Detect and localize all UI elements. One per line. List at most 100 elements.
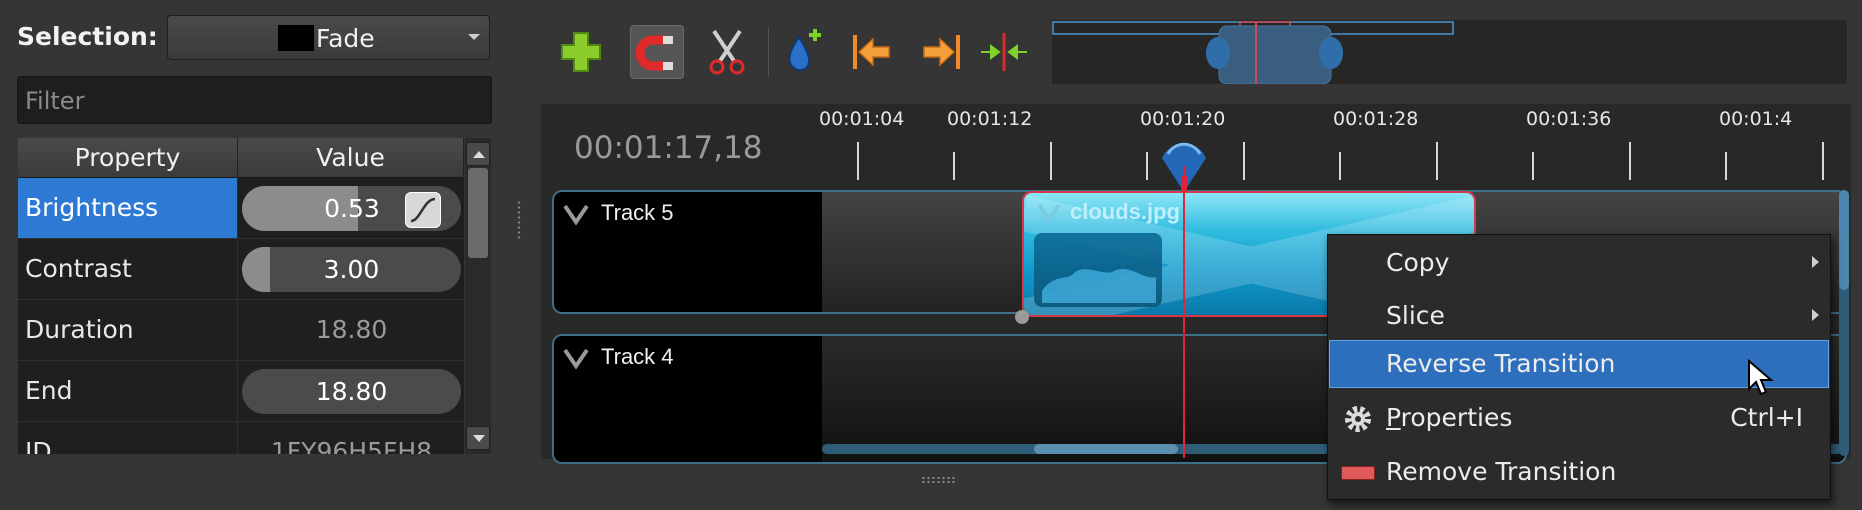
selection-label: Selection: [17, 22, 158, 51]
add-track-icon [561, 32, 601, 72]
property-row-end[interactable]: End 18.80 [18, 361, 464, 422]
add-marker-icon [788, 29, 821, 71]
track-header[interactable]: Track 4 [554, 336, 822, 462]
property-value: 18.80 [315, 315, 388, 344]
property-row-contrast[interactable]: Contrast 3.00 [18, 239, 464, 300]
transition-bar-icon [1341, 466, 1375, 480]
scrollbar-thumb[interactable] [1839, 190, 1849, 290]
mouse-cursor-icon [1748, 359, 1774, 396]
previous-marker-icon [853, 35, 890, 69]
razor-scissors-icon [709, 29, 745, 75]
property-value: 3.00 [323, 255, 380, 284]
bottom-splitter-handle[interactable] [921, 476, 957, 484]
properties-table: Property Value Brightness 0.53 Contrast … [18, 138, 464, 454]
timeline-overview[interactable] [1052, 20, 1847, 85]
ruler-label: 00:01:04 [819, 108, 905, 130]
time-ruler[interactable]: 00:01:04 00:01:12 00:01:20 00:01:28 00:0… [819, 104, 1851, 184]
track-header[interactable]: Track 5 [554, 192, 822, 312]
selection-color-swatch [278, 25, 314, 51]
brightness-value-slider[interactable]: 0.53 [242, 186, 461, 231]
ruler-minor-tick [953, 152, 955, 180]
submenu-arrow-icon [1812, 256, 1819, 268]
menu-item-reverse-transition[interactable]: Reverse Transition [1329, 340, 1829, 396]
ruler-label: 00:01:4 [1719, 108, 1793, 130]
filter-input[interactable]: Filter [17, 76, 492, 124]
ruler-label: 00:01:36 [1526, 108, 1612, 130]
center-playhead-icon [981, 33, 1027, 71]
properties-scrollbar[interactable] [465, 138, 491, 454]
track-name: Track 5 [601, 200, 674, 225]
clip-handle[interactable] [1015, 310, 1029, 324]
menu-item-label: Copy [1386, 248, 1450, 277]
ruler-major-tick [1822, 142, 1824, 180]
property-name: Contrast [18, 239, 238, 299]
scroll-up-button[interactable] [466, 142, 490, 166]
arrow-down-icon [473, 435, 485, 442]
clip-title: clouds.jpg [1070, 199, 1180, 224]
center-playhead-button[interactable] [977, 25, 1031, 79]
submenu-arrow-icon [1812, 309, 1819, 321]
ruler-label: 00:01:20 [1140, 108, 1226, 130]
panel-splitter-handle[interactable] [516, 200, 522, 240]
selection-combobox[interactable]: Fade [167, 15, 490, 60]
end-value-slider[interactable]: 18.80 [242, 369, 461, 414]
menu-item-label-rest: roperties [1400, 403, 1513, 432]
menu-item-copy[interactable]: Copy [1329, 239, 1829, 287]
previous-marker-button[interactable] [845, 25, 899, 79]
snapping-magnet-icon [635, 35, 673, 71]
clip-thumbnail [1034, 233, 1162, 307]
menu-item-remove-transition[interactable]: Remove Transition [1329, 448, 1829, 496]
contrast-value-slider[interactable]: 3.00 [242, 247, 461, 292]
toolbar-separator [768, 28, 769, 76]
timeline-vscrollbar[interactable] [1839, 190, 1849, 456]
ruler-major-tick [1243, 142, 1245, 180]
chevron-down-icon[interactable] [1036, 201, 1062, 223]
ruler-label: 00:01:12 [947, 108, 1033, 130]
scroll-down-button[interactable] [466, 426, 490, 450]
value-column-header[interactable]: Value [238, 138, 464, 178]
ruler-major-tick [1050, 142, 1052, 180]
ruler-minor-tick [1339, 152, 1341, 180]
property-row-duration[interactable]: Duration 18.80 [18, 300, 464, 361]
add-marker-button[interactable] [777, 25, 831, 79]
scrollbar-thumb[interactable] [1034, 444, 1178, 454]
keyframe-curve-icon[interactable] [405, 192, 441, 228]
property-row-id[interactable]: ID 1FY96H5FH8 [18, 422, 464, 454]
property-name: ID [18, 422, 238, 454]
menu-item-slice[interactable]: Slice [1329, 292, 1829, 340]
add-track-button[interactable] [554, 25, 608, 79]
ruler-label: 00:01:28 [1333, 108, 1419, 130]
ruler-minor-tick [1725, 152, 1727, 180]
snapping-toggle-button[interactable] [630, 25, 684, 79]
ruler-minor-tick [1146, 152, 1148, 180]
dropdown-arrow-icon [468, 34, 480, 40]
track-name: Track 4 [601, 344, 674, 369]
menu-item-properties[interactable]: Properties Ctrl+I [1329, 394, 1829, 442]
chevron-down-icon [563, 204, 589, 226]
ruler-minor-tick [1532, 152, 1534, 180]
filter-placeholder: Filter [25, 87, 85, 115]
ruler-major-tick [1436, 142, 1438, 180]
property-name: Brightness [18, 178, 238, 238]
context-menu: Copy Slice Reverse Transition Properties… [1327, 234, 1831, 500]
property-row-brightness[interactable]: Brightness 0.53 [18, 178, 464, 239]
menu-item-label: Remove Transition [1386, 457, 1617, 486]
next-marker-button[interactable] [914, 25, 968, 79]
current-timecode: 00:01:17,18 [574, 130, 763, 166]
scrollbar-thumb[interactable] [468, 168, 488, 258]
selection-value: Fade [316, 24, 375, 53]
property-column-header[interactable]: Property [18, 138, 238, 178]
property-name: End [18, 361, 238, 421]
property-name: Duration [18, 300, 238, 360]
menu-item-label: Properties [1386, 403, 1512, 432]
menu-item-label: Slice [1386, 301, 1445, 330]
razor-tool-button[interactable] [700, 25, 754, 79]
next-marker-icon [923, 35, 960, 69]
menu-item-shortcut: Ctrl+I [1730, 403, 1803, 432]
property-value: 1FY96H5FH8 [270, 437, 433, 454]
ruler-major-tick [857, 142, 859, 180]
playhead-line [1183, 166, 1185, 458]
property-value: 18.80 [315, 377, 388, 406]
arrow-up-icon [473, 151, 485, 158]
chevron-down-icon [563, 348, 589, 370]
